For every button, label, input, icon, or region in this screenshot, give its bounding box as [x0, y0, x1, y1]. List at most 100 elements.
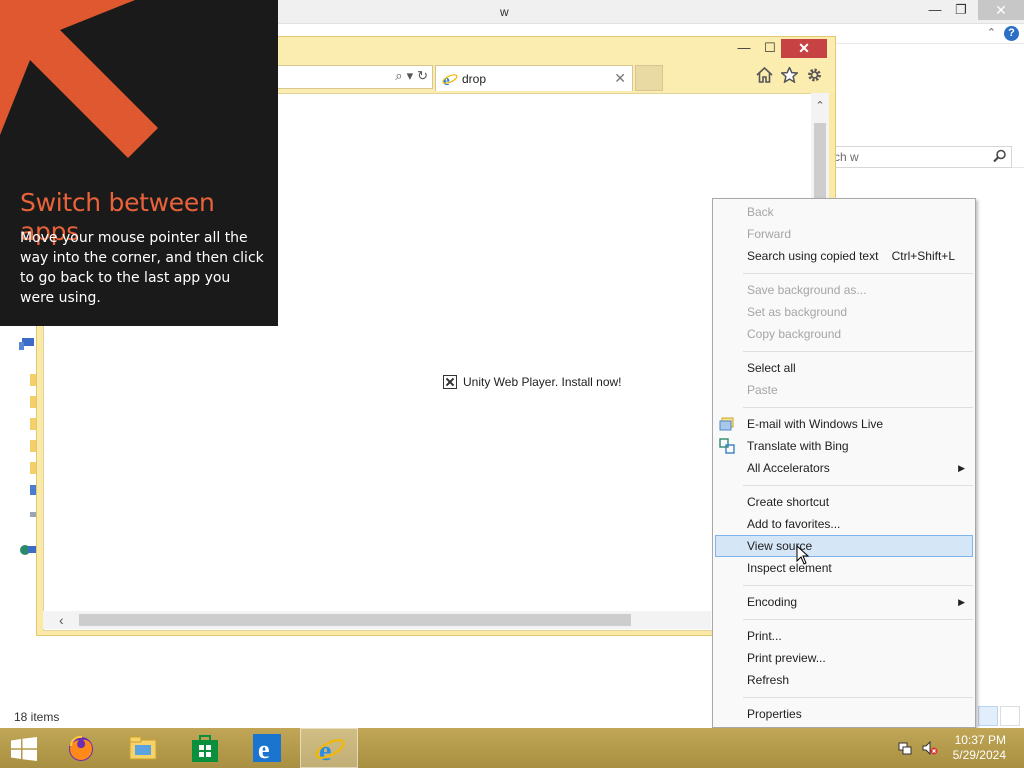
menu-item-set-background[interactable]: Set as background — [715, 301, 973, 323]
taskbar-store-button[interactable] — [176, 728, 234, 768]
tab-close-icon[interactable]: ✕ — [614, 70, 626, 87]
refresh-icon[interactable]: ↻ — [417, 68, 428, 84]
menu-item-search-copied-text[interactable]: Search using copied text Ctrl+Shift+L — [715, 245, 973, 267]
unity-plugin-placeholder[interactable]: Unity Web Player. Install now! — [443, 375, 622, 389]
new-tab-button[interactable] — [635, 65, 663, 91]
menu-item-save-background[interactable]: Save background as... — [715, 279, 973, 301]
windows-start-icon[interactable] — [10, 737, 38, 761]
address-bar-buttons: ⌕ ▾ ↻ — [395, 68, 428, 84]
help-icon[interactable]: ? — [1004, 26, 1019, 41]
explorer-search-input[interactable]: rch w — [826, 146, 1012, 168]
menu-item-refresh[interactable]: Refresh — [715, 669, 973, 691]
taskbar-file-explorer-button[interactable] — [114, 728, 172, 768]
menu-item-label: Search using copied text — [747, 249, 879, 263]
drive-icon — [30, 512, 36, 517]
store-icon — [192, 735, 218, 762]
menu-item-label: Refresh — [747, 673, 790, 687]
taskbar-internet-explorer-pinned-button[interactable]: e — [238, 728, 296, 768]
vertical-scroll-thumb[interactable] — [814, 123, 826, 203]
unity-install-message: Unity Web Player. Install now! — [463, 375, 622, 389]
dropdown-arrow-icon[interactable]: ▾ — [407, 68, 414, 84]
ie-minimize-button[interactable]: — — [731, 39, 757, 57]
context-menu: Back Forward Search using copied text Ctr… — [712, 198, 976, 728]
bing-translate-icon — [719, 438, 735, 454]
tab-title: drop — [462, 72, 487, 86]
menu-separator — [743, 407, 973, 408]
windows-live-mail-icon — [719, 417, 734, 431]
folder-icon — [30, 440, 36, 452]
horizontal-scrollbar[interactable]: ‹ — [43, 611, 711, 629]
menu-item-forward[interactable]: Forward — [715, 223, 973, 245]
menu-item-label: Add to favorites... — [747, 517, 841, 531]
clock-date: 5/29/2024 — [952, 748, 1006, 762]
menu-item-label: All Accelerators — [747, 461, 830, 475]
menu-separator — [743, 273, 973, 274]
menu-item-label: Encoding — [747, 595, 798, 609]
menu-item-back[interactable]: Back — [715, 201, 973, 223]
menu-item-label: Create shortcut — [747, 495, 830, 509]
hint-body: Move your mouse pointer all the way into… — [20, 230, 264, 306]
menu-separator — [743, 485, 973, 486]
menu-item-all-accelerators[interactable]: All Accelerators ▶ — [715, 457, 973, 479]
search-icon[interactable]: ⌕ — [395, 68, 402, 84]
menu-item-label: Paste — [747, 383, 778, 397]
menu-item-label: Set as background — [747, 305, 848, 319]
menu-item-create-shortcut[interactable]: Create shortcut — [715, 491, 973, 513]
menu-item-select-all[interactable]: Select all — [715, 357, 973, 379]
search-icon — [993, 149, 1006, 163]
ie-maximize-button[interactable]: ☐ — [757, 39, 783, 57]
browser-tab[interactable]: e drop ✕ — [435, 65, 633, 91]
menu-item-label: Inspect element — [747, 561, 832, 575]
settings-gear-icon[interactable] — [806, 67, 823, 83]
menu-item-label: Back — [747, 205, 774, 219]
explorer-close-button[interactable]: ✕ — [978, 0, 1024, 20]
ie-close-button[interactable]: ✕ — [781, 39, 827, 58]
menu-item-print[interactable]: Print... — [715, 625, 973, 647]
scroll-up-icon[interactable]: ⌃ — [813, 99, 827, 113]
menu-item-encoding[interactable]: Encoding ▶ — [715, 591, 973, 613]
menu-item-print-preview[interactable]: Print preview... — [715, 647, 973, 669]
taskbar: e e 10:37 PM 5/29/2024 — [0, 728, 1024, 768]
volume-muted-icon[interactable] — [922, 740, 938, 756]
clock-time: 10:37 PM — [954, 733, 1006, 747]
details-view-icon[interactable] — [978, 706, 998, 726]
taskbar-internet-explorer-active-button[interactable]: e — [300, 728, 358, 768]
menu-item-view-source[interactable]: View source — [715, 535, 973, 557]
folder-icon — [30, 418, 36, 430]
menu-separator — [743, 697, 973, 698]
folder-icon — [30, 374, 36, 386]
menu-item-label: E-mail with Windows Live — [747, 417, 884, 431]
taskbar-clock[interactable]: 10:37 PM 5/29/2024 — [953, 733, 1006, 763]
favorites-star-icon[interactable] — [781, 67, 798, 83]
folder-icon — [30, 462, 36, 474]
explorer-view-buttons — [976, 706, 1024, 726]
menu-item-email-windows-live[interactable]: E-mail with Windows Live — [715, 413, 973, 435]
computer-icon — [19, 338, 34, 350]
explorer-title: w — [500, 5, 509, 19]
corner-arrow-icon — [0, 0, 158, 158]
svg-text:e: e — [258, 735, 270, 764]
menu-item-shortcut: Ctrl+Shift+L — [891, 249, 955, 263]
menu-item-label: Copy background — [747, 327, 842, 341]
menu-item-label: Print... — [747, 629, 782, 643]
menu-item-paste[interactable]: Paste — [715, 379, 973, 401]
explorer-maximize-button[interactable]: ❐ — [946, 0, 976, 22]
menu-item-properties[interactable]: Properties — [715, 703, 973, 725]
menu-item-translate-bing[interactable]: Translate with Bing — [715, 435, 973, 457]
menu-item-add-to-favorites[interactable]: Add to favorites... — [715, 513, 973, 535]
submenu-arrow-icon: ▶ — [958, 463, 965, 473]
broken-plugin-icon — [443, 375, 457, 389]
home-icon[interactable] — [756, 67, 773, 83]
ribbon-expand-icon[interactable]: ⌃ — [987, 26, 996, 39]
submenu-arrow-icon: ▶ — [958, 597, 965, 607]
scroll-left-icon[interactable]: ‹ — [59, 612, 64, 628]
horizontal-scroll-thumb[interactable] — [79, 614, 631, 626]
ie-toolbar-icons — [756, 67, 823, 83]
menu-item-inspect-element[interactable]: Inspect element — [715, 557, 973, 579]
menu-separator — [743, 351, 973, 352]
network-tray-icon[interactable] — [898, 740, 914, 756]
taskbar-firefox-button[interactable] — [52, 728, 110, 768]
menu-item-copy-background[interactable]: Copy background — [715, 323, 973, 345]
large-icons-view-icon[interactable] — [1000, 706, 1020, 726]
file-explorer-icon — [129, 736, 157, 760]
